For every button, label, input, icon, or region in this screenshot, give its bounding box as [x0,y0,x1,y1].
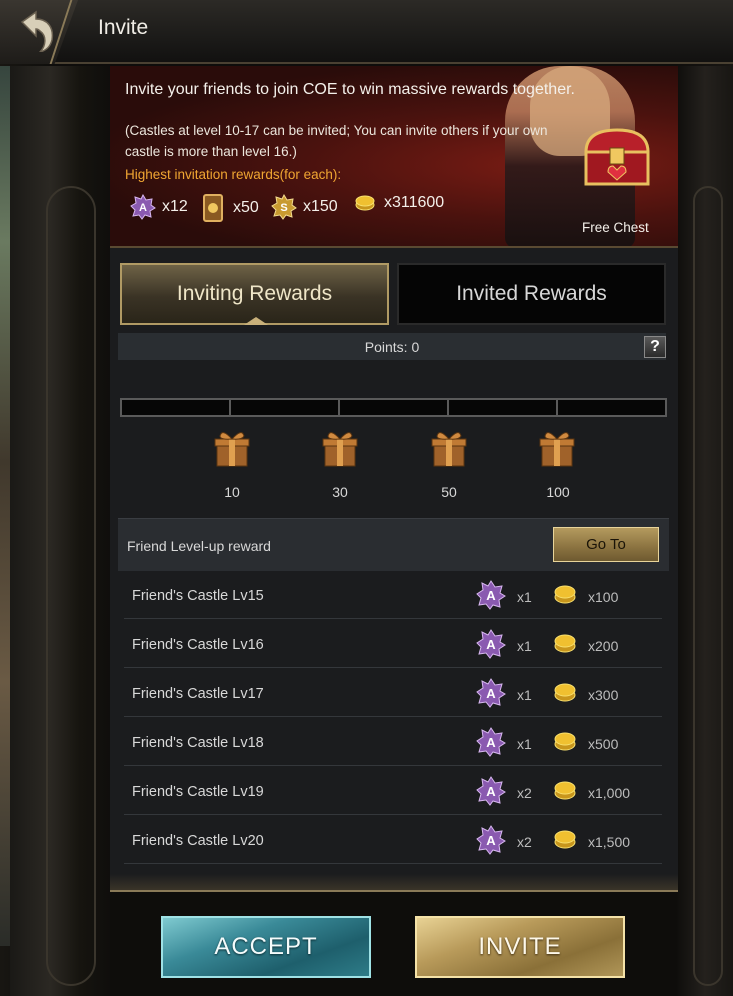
s-gem-count: x150 [303,198,338,215]
gold-coin-icon [552,582,578,606]
page-title: Invite [98,16,149,39]
go-to-button[interactable]: Go To [553,527,659,562]
promo-banner: Invite your friends to join COE to win m… [110,66,678,248]
points-progress-bar [120,398,667,417]
gift-box-icon[interactable] [429,428,469,468]
right-pillar [677,66,733,996]
highest-rewards-label: Highest invitation rewards(for each): [125,167,342,182]
a-gem-icon: A [476,825,506,855]
tab-invited-label: Invited Rewards [456,282,607,305]
background-city [0,66,10,946]
tab-pointer [244,317,268,325]
svg-text:A: A [486,784,496,799]
a-gem-icon: A [476,678,506,708]
levelup-label: Friend Level-up reward [127,538,271,554]
progress-segment [122,400,231,415]
svg-text:S: S [280,202,287,214]
treasure-chest-icon[interactable] [580,126,654,188]
gold-count: x1,500 [588,834,631,850]
reward-card: x50 [202,194,259,222]
gold-coin-icon [552,827,578,851]
svg-text:A: A [486,686,496,701]
invite-note: (Castles at level 10-17 can be invited; … [125,123,548,159]
a-gem-count: x1 [517,687,532,703]
a-gem-icon: A [476,776,506,806]
help-button[interactable]: ? [644,336,666,358]
left-pillar [10,66,110,996]
gold-count: x100 [588,589,619,605]
a-gem-count: x1 [517,589,532,605]
s-gem-icon: S [271,194,297,220]
milestone-value: 50 [441,484,457,500]
milestone-value: 30 [332,484,348,500]
gold-coin-icon [355,195,375,211]
invite-panel: Invite your friends to join COE to win m… [110,66,678,892]
invite-screen: Invite Invite your friends to join COE t… [0,0,733,996]
svg-text:A: A [486,735,496,750]
card-icon [203,194,223,222]
reward-row: Friend's Castle Lv16 Ax1 x200 [124,620,662,668]
castle-level-label: Friend's Castle Lv18 [132,735,264,751]
a-gem-count: x1 [517,638,532,654]
reward-a-gem: A x12 [130,194,188,220]
a-gem-icon: A [476,727,506,757]
a-gem-icon: A [476,580,506,610]
tab-invited-rewards[interactable]: Invited Rewards [397,263,666,325]
gold-count: x1,000 [588,785,631,801]
castle-level-label: Friend's Castle Lv16 [132,637,264,653]
castle-level-label: Friend's Castle Lv19 [132,784,264,800]
progress-segment [340,400,449,415]
castle-level-label: Friend's Castle Lv15 [132,588,264,604]
reward-row: Friend's Castle Lv17 Ax1 x300 [124,669,662,717]
card-count: x50 [233,199,259,216]
a-gem-count: x2 [517,834,532,850]
gold-coin-icon [552,680,578,704]
castle-level-label: Friend's Castle Lv20 [132,833,264,849]
milestone-value: 10 [224,484,240,500]
reward-gold: x311600 [354,194,444,212]
castle-level-label: Friend's Castle Lv17 [132,686,264,702]
accept-button[interactable]: ACCEPT [161,916,371,978]
gold-count: x300 [588,687,619,703]
top-bar: Invite [0,0,733,64]
a-gem-icon: A [130,194,156,220]
a-gem-count: x1 [517,736,532,752]
a-gem-icon: A [476,629,506,659]
points-label: Points: 0 [364,338,420,355]
svg-text:A: A [486,833,496,848]
gold-coin-icon [552,778,578,802]
tab-inviting-rewards[interactable]: Inviting Rewards [120,263,389,325]
free-chest-label[interactable]: Free Chest [582,220,649,235]
progress-segment [231,400,340,415]
milestone-value: 100 [546,484,570,500]
progress-segment [449,400,558,415]
invite-headline: Invite your friends to join COE to win m… [125,81,575,98]
gift-box-icon[interactable] [320,428,360,468]
back-arrow-icon [20,10,54,52]
reward-row: Friend's Castle Lv18 Ax1 x500 [124,718,662,766]
gold-count: x500 [588,736,619,752]
reward-row: Friend's Castle Lv15 Ax1 x100 [124,571,662,619]
panel-footer [110,874,678,892]
reward-s-gem: S x150 [271,194,338,220]
svg-text:A: A [486,588,496,603]
progress-segment [558,400,665,415]
gold-coin-icon [552,631,578,655]
points-bar: Points: 0 [118,333,666,360]
a-gem-count: x12 [162,198,188,215]
gold-count: x200 [588,638,619,654]
reward-row: Friend's Castle Lv19 Ax2 x1,000 [124,767,662,815]
invite-button[interactable]: INVITE [415,916,625,978]
gift-box-icon[interactable] [212,428,252,468]
svg-text:A: A [139,202,147,214]
gold-coin-icon [552,729,578,753]
a-gem-count: x2 [517,785,532,801]
gift-box-icon[interactable] [537,428,577,468]
gold-count: x311600 [384,194,445,211]
tab-inviting-label: Inviting Rewards [176,282,333,305]
svg-text:A: A [486,637,496,652]
reward-row: Friend's Castle Lv20 Ax2 x1,500 [124,816,662,864]
